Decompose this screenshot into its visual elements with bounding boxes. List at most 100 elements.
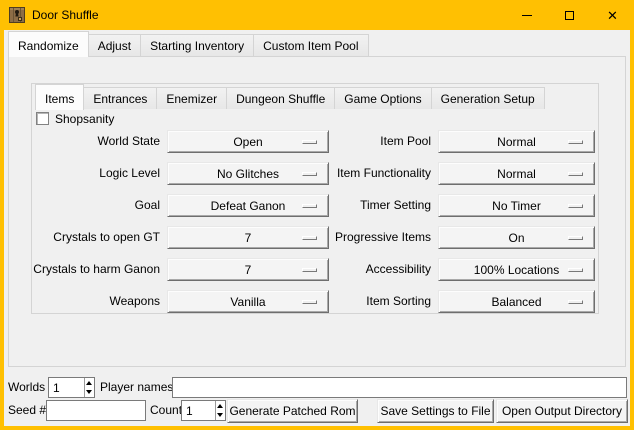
dropdown-indicator-icon xyxy=(568,268,583,272)
sub-tab-bar: Items Entrances Enemizer Dungeon Shuffle… xyxy=(35,84,544,109)
maximize-icon xyxy=(565,11,574,20)
shopsanity-row: Shopsanity xyxy=(36,111,114,126)
down-arrow-icon xyxy=(86,390,92,394)
world-state-dropdown[interactable]: Open xyxy=(167,130,329,153)
dropdown-indicator-icon xyxy=(568,300,583,304)
world-state-value: Open xyxy=(233,135,262,149)
crystals-harm-ganon-value: 7 xyxy=(245,263,252,277)
tab-starting-inventory[interactable]: Starting Inventory xyxy=(140,34,254,56)
world-state-label: World State xyxy=(32,130,167,153)
crystals-harm-ganon-dropdown[interactable]: 7 xyxy=(167,258,329,281)
dropdown-indicator-icon xyxy=(568,236,583,240)
tab-game-options[interactable]: Game Options xyxy=(334,87,431,109)
goal-value: Defeat Ganon xyxy=(211,199,286,213)
shopsanity-label: Shopsanity xyxy=(55,112,114,126)
seed-input[interactable] xyxy=(47,401,145,420)
weapons-dropdown[interactable]: Vanilla xyxy=(167,290,329,313)
door-icon xyxy=(9,7,25,23)
window-controls: ✕ xyxy=(505,0,634,30)
progressive-items-value: On xyxy=(508,231,524,245)
tab-entrances[interactable]: Entrances xyxy=(83,87,157,109)
worlds-spin-down-button[interactable] xyxy=(85,388,95,398)
dropdown-indicator-icon xyxy=(302,300,317,304)
window-body: Randomize Adjust Starting Inventory Cust… xyxy=(4,30,630,426)
dropdown-indicator-icon xyxy=(302,236,317,240)
dropdown-indicator-icon xyxy=(302,140,317,144)
seed-label: Seed # xyxy=(8,400,46,421)
count-label: Count xyxy=(150,400,182,421)
maximize-button[interactable] xyxy=(548,0,591,30)
tab-generation-setup[interactable]: Generation Setup xyxy=(431,87,545,109)
item-functionality-dropdown[interactable]: Normal xyxy=(438,162,595,185)
save-settings-button[interactable]: Save Settings to File xyxy=(377,399,494,423)
minimize-button[interactable] xyxy=(505,0,548,30)
timer-setting-value: No Timer xyxy=(492,199,541,213)
dropdown-indicator-icon xyxy=(302,172,317,176)
crystals-open-gt-label: Crystals to open GT xyxy=(32,226,167,249)
item-pool-label: Item Pool xyxy=(329,130,438,153)
close-button[interactable]: ✕ xyxy=(591,0,634,30)
count-spinner-arrows xyxy=(215,401,225,420)
dropdown-indicator-icon xyxy=(568,204,583,208)
worlds-spinner xyxy=(48,377,95,398)
item-functionality-label: Item Functionality xyxy=(329,162,438,185)
titlebar: Door Shuffle ✕ xyxy=(0,0,634,30)
dropdown-indicator-icon xyxy=(302,204,317,208)
goal-label: Goal xyxy=(32,194,167,217)
count-spin-down-button[interactable] xyxy=(216,411,225,421)
tab-items[interactable]: Items xyxy=(35,84,84,110)
timer-setting-dropdown[interactable]: No Timer xyxy=(438,194,595,217)
count-input[interactable] xyxy=(182,401,215,420)
progressive-items-label: Progressive Items xyxy=(329,226,438,249)
tab-custom-item-pool[interactable]: Custom Item Pool xyxy=(253,34,368,56)
down-arrow-icon xyxy=(217,413,223,417)
count-spinner xyxy=(181,400,226,421)
tab-randomize[interactable]: Randomize xyxy=(8,31,89,57)
items-page: Retro mode (universal keys) Shopsanity W… xyxy=(31,83,599,314)
shopsanity-checkbox[interactable] xyxy=(36,112,49,125)
accessibility-dropdown[interactable]: 100% Locations xyxy=(438,258,595,281)
minimize-icon xyxy=(522,15,532,16)
logic-level-dropdown[interactable]: No Glitches xyxy=(167,162,329,185)
logic-level-value: No Glitches xyxy=(217,167,279,181)
crystals-harm-ganon-label: Crystals to harm Ganon xyxy=(32,258,167,281)
player-names-label: Player names xyxy=(100,377,173,398)
player-names-field xyxy=(172,377,627,398)
close-icon: ✕ xyxy=(607,9,618,22)
app-window: Door Shuffle ✕ Randomize Adjust Starting… xyxy=(0,0,634,430)
up-arrow-icon xyxy=(86,381,92,385)
options-grid: World State Open Item Pool Normal Logic … xyxy=(32,130,595,313)
item-pool-dropdown[interactable]: Normal xyxy=(438,130,595,153)
randomize-page: Items Entrances Enemizer Dungeon Shuffle… xyxy=(8,56,626,367)
up-arrow-icon xyxy=(217,404,223,408)
worlds-spin-up-button[interactable] xyxy=(85,378,95,388)
generate-patched-rom-button[interactable]: Generate Patched Rom xyxy=(227,399,358,423)
goal-dropdown[interactable]: Defeat Ganon xyxy=(167,194,329,217)
weapons-value: Vanilla xyxy=(230,295,265,309)
worlds-label: Worlds xyxy=(8,377,45,398)
accessibility-label: Accessibility xyxy=(329,258,438,281)
player-names-input[interactable] xyxy=(173,378,626,397)
count-spin-up-button[interactable] xyxy=(216,401,225,411)
weapons-label: Weapons xyxy=(32,290,167,313)
item-functionality-value: Normal xyxy=(497,167,536,181)
main-tab-bar: Randomize Adjust Starting Inventory Cust… xyxy=(8,31,368,56)
item-sorting-dropdown[interactable]: Balanced xyxy=(438,290,595,313)
crystals-open-gt-dropdown[interactable]: 7 xyxy=(167,226,329,249)
timer-setting-label: Timer Setting xyxy=(329,194,438,217)
dropdown-indicator-icon xyxy=(568,140,583,144)
dropdown-indicator-icon xyxy=(568,172,583,176)
item-pool-value: Normal xyxy=(497,135,536,149)
window-title: Door Shuffle xyxy=(32,8,99,22)
item-sorting-value: Balanced xyxy=(491,295,541,309)
seed-field xyxy=(46,400,146,421)
worlds-input[interactable] xyxy=(49,378,84,397)
worlds-spinner-arrows xyxy=(84,378,95,397)
dropdown-indicator-icon xyxy=(302,268,317,272)
progressive-items-dropdown[interactable]: On xyxy=(438,226,595,249)
open-output-directory-button[interactable]: Open Output Directory xyxy=(496,399,628,423)
tab-enemizer[interactable]: Enemizer xyxy=(156,87,227,109)
tab-dungeon-shuffle[interactable]: Dungeon Shuffle xyxy=(226,87,335,109)
tab-adjust[interactable]: Adjust xyxy=(88,34,141,56)
logic-level-label: Logic Level xyxy=(32,162,167,185)
